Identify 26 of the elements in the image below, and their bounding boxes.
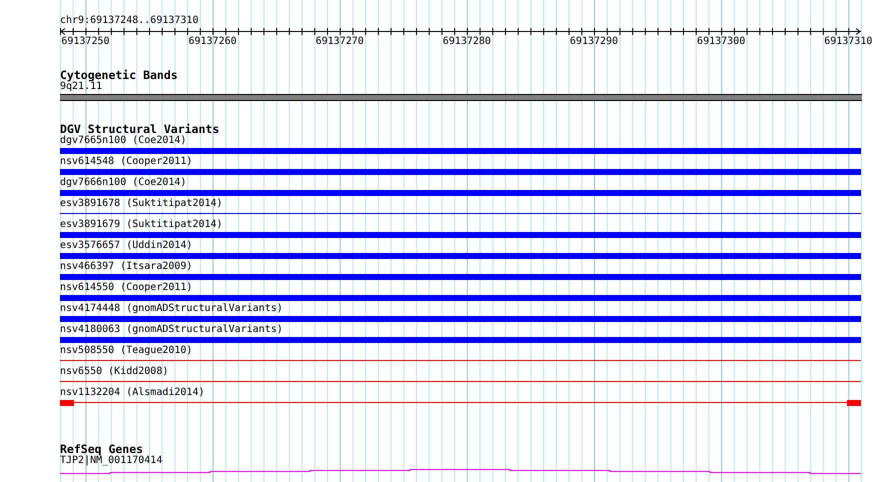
region-label: chr9:69137248..69137310	[60, 15, 198, 27]
variant-label: nsv4174448 (gnomADStructuralVariants)	[60, 303, 283, 315]
tick-label: 69137300	[697, 36, 746, 47]
variant-label: nsv614550 (Cooper2011)	[60, 282, 192, 294]
variant-label: nsv4180063 (gnomADStructuralVariants)	[60, 324, 283, 336]
track-title: DGV Structural Variants	[60, 123, 220, 135]
track-title: RefSeq Genes	[60, 443, 144, 455]
track-title: Cytogenetic Bands	[60, 69, 178, 81]
variant-label: nsv6550 (Kidd2008)	[60, 366, 168, 378]
variant-label: dgv7666n100 (Coe2014)	[60, 177, 186, 189]
tick-label: 69137290	[570, 36, 618, 47]
tick-label: 69137280	[442, 36, 491, 47]
tick-label: 69137260	[188, 36, 237, 47]
band-label: 9q21.11	[60, 81, 102, 93]
variant-label: nsv466397 (Itsara2009)	[60, 261, 192, 273]
tick-label: 69137250	[61, 36, 110, 47]
tick-label: 69137270	[316, 36, 364, 47]
variant-label: nsv508550 (Teague2010)	[60, 345, 192, 357]
gene-label: TJP2|NM_001170414	[60, 455, 162, 467]
variant-label: esv3891679 (Suktitipat2014)	[60, 219, 223, 231]
variant-label: nsv1132204 (Alsmadi2014)	[60, 387, 204, 399]
tick-label: 69137310	[824, 36, 872, 47]
variant-label: nsv614548 (Cooper2011)	[60, 156, 192, 168]
variant-label: dgv7665n100 (Coe2014)	[60, 135, 186, 147]
variant-label: esv3891678 (Suktitipat2014)	[60, 198, 223, 210]
variant-label: esv3576657 (Uddin2014)	[60, 240, 192, 252]
